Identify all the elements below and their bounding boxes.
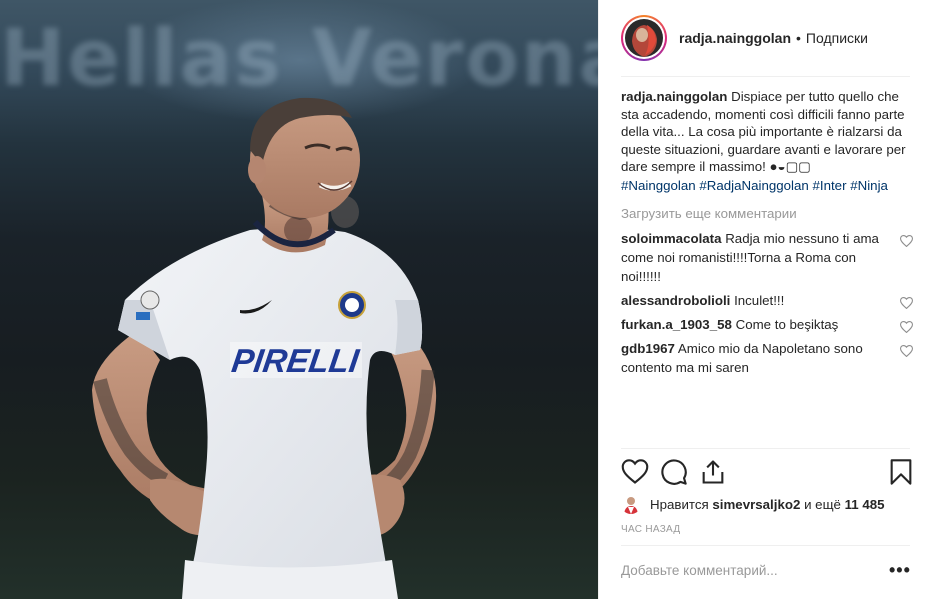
likes-prefix: Нравится [650,496,709,512]
comment-username-link[interactable]: soloimmacolata [621,231,722,246]
hashtag-link[interactable]: #RadjaNainggolan [699,178,808,193]
comment-icon[interactable] [660,458,688,486]
add-comment-input[interactable]: Добавьте комментарий... [621,563,778,578]
comment-item: soloimmacolata Radja mio nessuno ti ama … [621,229,915,286]
jersey-sponsor-text: PIRELLI [229,342,362,379]
load-more-comments-button[interactable]: Загрузить еще комментарии [621,205,915,223]
header-separator: • [796,30,801,46]
hashtag-link[interactable]: #Nainggolan [621,178,696,193]
header-divider [621,76,910,77]
comment-username-link[interactable]: furkan.a_1903_58 [621,317,732,332]
header-username-link[interactable]: radja.nainggolan [679,30,791,46]
comment-text: Inculet!!! [734,292,785,308]
caption-hashtags: #Nainggolan #RadjaNainggolan #Inter #Nin… [621,177,915,195]
comment-username-link[interactable]: gdb1967 [621,341,675,356]
liker-avatar[interactable] [621,494,641,514]
post-actions-bar [621,458,915,488]
comment-username-link[interactable]: alessandrobolioli [621,293,730,308]
comment-like-heart-icon[interactable] [900,235,913,247]
post-timestamp[interactable]: ЧАС НАЗАД [621,524,680,535]
bookmark-icon[interactable] [887,458,915,486]
likes-middle: и ещё [804,496,841,512]
share-icon[interactable] [699,458,727,486]
comment-item: gdb1967 Amico mio da Napoletano sono con… [621,339,915,377]
player-illustration [92,97,437,599]
post-side-panel: radja.nainggolan • Подписки radja.naingg… [598,0,934,599]
post-photo[interactable]: Hellas Verona PIRELLI [0,0,598,599]
actions-divider [621,448,910,449]
avatar-image [625,19,663,57]
comment-item: alessandrobolioli Inculet!!! [621,291,915,310]
comment-like-heart-icon[interactable] [900,297,913,309]
more-options-icon[interactable]: ••• [889,560,911,581]
like-heart-icon[interactable] [621,458,649,486]
profile-avatar[interactable] [621,15,667,61]
caption-username-link[interactable]: radja.nainggolan [621,89,727,104]
comment-like-heart-icon[interactable] [900,321,913,333]
hashtag-link[interactable]: #Ninja [850,178,888,193]
comment-text: Come to beşiktaş [735,316,839,332]
likes-summary: Нравится simevrsaljko2 и ещё 11 485 [621,494,885,514]
likes-count-link[interactable]: 11 485 [845,497,885,512]
comments-list: radja.nainggolan Dispiace per tutto quel… [621,88,915,377]
post-header: radja.nainggolan • Подписки [599,0,934,76]
post-caption: radja.nainggolan Dispiace per tutto quel… [621,88,915,176]
hashtag-link[interactable]: #Inter [813,178,847,193]
comment-like-heart-icon[interactable] [900,345,913,357]
following-button[interactable]: Подписки [806,30,868,46]
liker-username-link[interactable]: simevrsaljko2 [712,497,800,512]
add-comment-divider [621,545,910,546]
comment-item: furkan.a_1903_58 Come to beşiktaş [621,315,915,334]
